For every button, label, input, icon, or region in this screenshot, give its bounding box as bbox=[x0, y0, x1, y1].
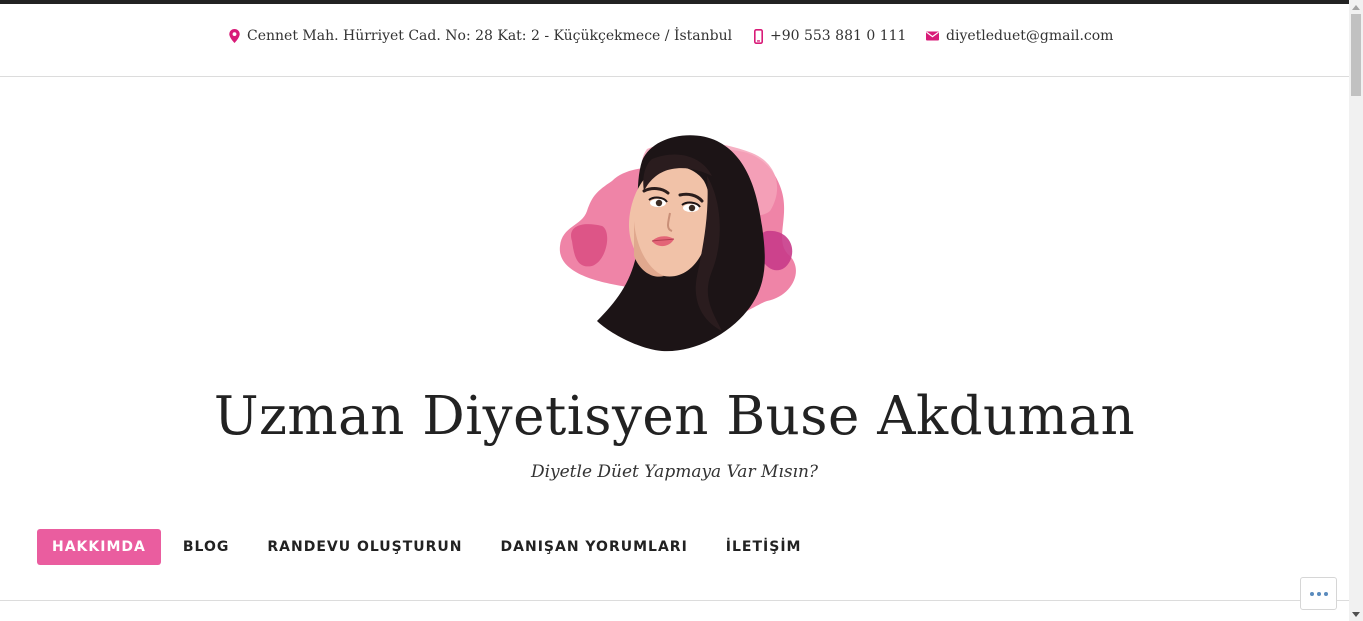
phone-text[interactable]: +90 553 881 0 111 bbox=[770, 28, 906, 44]
contact-address: Cennet Mah. Hürriyet Cad. No: 28 Kat: 2 … bbox=[229, 28, 732, 44]
email-text[interactable]: diyetleduet@gmail.com bbox=[946, 28, 1113, 44]
nav-item-iletisim[interactable]: İLETİŞİM bbox=[708, 529, 820, 565]
contact-phone[interactable]: +90 553 881 0 111 bbox=[754, 28, 906, 44]
site-tagline: Diyetle Düet Yapmaya Var Mısın? bbox=[530, 462, 819, 482]
nav-item-blog[interactable]: BLOG bbox=[165, 529, 248, 565]
header-divider bbox=[0, 600, 1349, 601]
address-text: Cennet Mah. Hürriyet Cad. No: 28 Kat: 2 … bbox=[247, 28, 733, 44]
envelope-icon bbox=[926, 31, 939, 41]
scroll-down-arrow-icon[interactable] bbox=[1349, 607, 1363, 621]
contact-bar: Cennet Mah. Hürriyet Cad. No: 28 Kat: 2 … bbox=[0, 4, 1349, 77]
scroll-up-arrow-icon[interactable] bbox=[1349, 0, 1363, 14]
vertical-scrollbar[interactable] bbox=[1349, 0, 1363, 621]
nav-item-randevu-olusturun[interactable]: RANDEVU OLUŞTURUN bbox=[249, 529, 480, 565]
contact-email[interactable]: diyetleduet@gmail.com bbox=[926, 28, 1113, 44]
site-logo[interactable] bbox=[552, 131, 798, 357]
more-options-button[interactable] bbox=[1300, 577, 1337, 610]
nav-item-danisan-yorumlari[interactable]: DANIŞAN YORUMLARI bbox=[483, 529, 706, 565]
site-title[interactable]: Uzman Diyetisyen Buse Akduman bbox=[0, 386, 1349, 447]
main-navigation: HAKKIMDA BLOG RANDEVU OLUŞTURUN DANIŞAN … bbox=[37, 529, 821, 565]
mobile-phone-icon bbox=[754, 28, 763, 44]
map-pin-icon bbox=[229, 29, 240, 43]
ellipsis-dot bbox=[1316, 591, 1321, 596]
ellipsis-dot bbox=[1323, 591, 1328, 596]
ellipsis-icon bbox=[1309, 591, 1314, 596]
scrollbar-thumb[interactable] bbox=[1351, 14, 1361, 96]
nav-item-hakkimda[interactable]: HAKKIMDA bbox=[37, 529, 161, 565]
